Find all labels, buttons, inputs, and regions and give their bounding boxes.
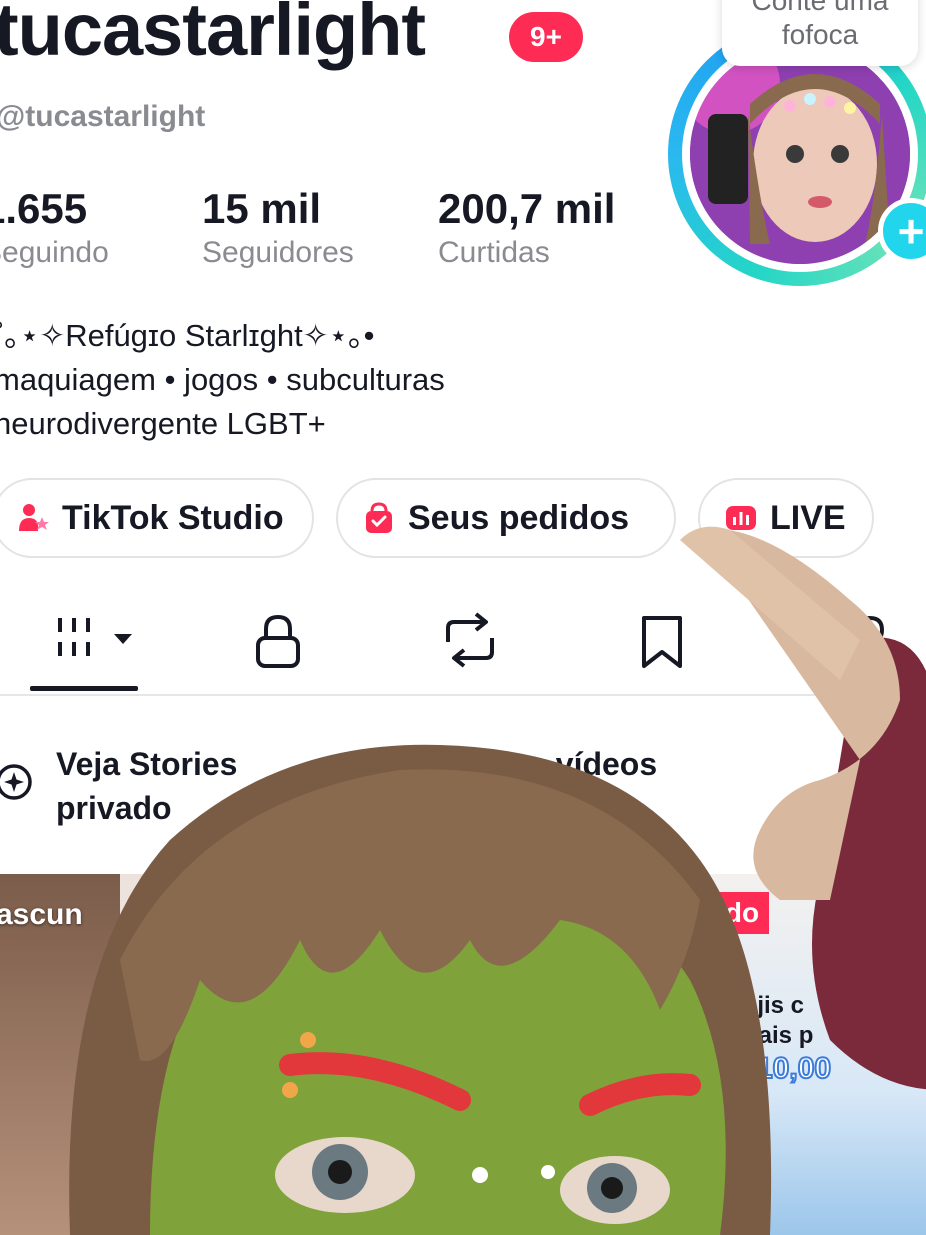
orders-button[interactable]: Seus pedidos xyxy=(336,478,676,558)
bookmark-icon xyxy=(642,616,682,668)
heart-icon xyxy=(828,616,884,666)
profile-page: tucastarlight 9+ @tucastarlight 1.655 Se… xyxy=(0,0,926,1235)
stat-following-label: Seguindo xyxy=(0,236,109,270)
profile-tabs xyxy=(0,596,926,696)
avatar-image xyxy=(690,44,910,264)
tiktok-studio-button[interactable]: TikTok Studio xyxy=(0,478,314,558)
pinned-badge: ixado xyxy=(680,892,770,934)
stat-followers-value: 15 mil xyxy=(202,185,322,232)
thumbnail-text-2: rinais p xyxy=(728,1022,814,1049)
thumbnail-text-1: nojis c xyxy=(728,992,805,1019)
draft-label: ascun xyxy=(0,898,83,931)
tab-selected-indicator xyxy=(30,686,138,691)
story-prompt-bubble[interactable]: Conte uma fofoca xyxy=(722,0,918,66)
profile-username: tucastarlight xyxy=(0,0,426,71)
stat-likes-value: 200,7 mil xyxy=(438,185,616,232)
stories-banner-text: Veja Stories "Seus vídeos privado xyxy=(56,742,756,830)
live-label: LIVE xyxy=(770,498,846,537)
stat-following-value: 1.655 xyxy=(0,185,88,232)
tab-videos[interactable] xyxy=(56,612,136,672)
tab-private[interactable] xyxy=(248,612,308,672)
repost-icon xyxy=(446,612,494,668)
shopping-bag-icon xyxy=(366,502,392,533)
tab-reposts[interactable] xyxy=(440,612,500,672)
stories-banner[interactable]: Veja Stories "Seus vídeos privado xyxy=(0,740,926,840)
tiktok-studio-label: TikTok Studio xyxy=(62,498,284,537)
bio-line-2: maquiagem • jogos • subculturas xyxy=(0,362,445,397)
stat-likes[interactable]: 200,7 mil Curtidas xyxy=(438,185,616,270)
tiktok-studio-icon xyxy=(19,504,49,531)
thumbnail-count: 10,00 xyxy=(755,1051,832,1086)
profile-bio: ˚｡⋆✧Refúgɪo Starlɪght✧⋆｡• maquiagem • jo… xyxy=(0,314,445,446)
story-prompt-line-1: Conte uma xyxy=(751,0,889,16)
stat-likes-label: Curtidas xyxy=(438,236,550,270)
lock-icon xyxy=(256,614,300,668)
tab-favorites[interactable] xyxy=(632,612,692,672)
bio-line-3: neurodivergente LGBT+ xyxy=(0,406,326,441)
stat-following[interactable]: 1.655 Seguindo xyxy=(0,185,109,270)
bio-line-1: ˚｡⋆✧Refúgɪo Starlɪght✧⋆｡• xyxy=(0,318,375,353)
live-icon xyxy=(726,506,756,530)
profile-handle: @tucastarlight xyxy=(0,100,206,133)
stat-followers[interactable]: 15 mil Seguidores xyxy=(202,185,354,270)
orders-label: Seus pedidos xyxy=(408,498,630,537)
grid-icon xyxy=(58,618,132,656)
notification-badge[interactable]: 9+ xyxy=(509,12,583,62)
stories-text-line-1: Veja Stories xyxy=(56,746,238,782)
stories-text-line-1-end: "Seus vídeos xyxy=(455,746,658,782)
stat-followers-label: Seguidores xyxy=(202,236,354,270)
tab-liked[interactable] xyxy=(826,612,886,672)
live-button[interactable]: LIVE xyxy=(698,478,874,558)
stories-text-line-2: privado xyxy=(56,790,172,826)
stories-sparkle-icon xyxy=(0,764,32,800)
story-prompt-line-2: fofoca xyxy=(781,19,859,50)
avatar[interactable] xyxy=(690,44,910,264)
